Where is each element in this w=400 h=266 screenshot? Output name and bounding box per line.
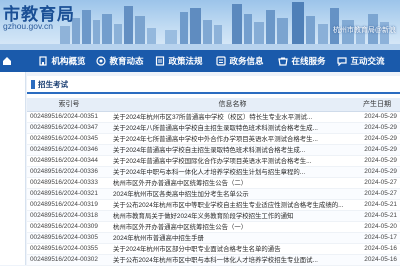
table-row[interactable]: 002489516/2024-00355 关于2024年杭州市区部分中职专业面试合… [27, 243, 400, 255]
column-header-index: 索引号 [27, 98, 111, 112]
building-icon [39, 56, 48, 66]
row-title-link[interactable]: 2024年杭州市普通高中招生手册 [111, 232, 354, 244]
row-index: 002489516/2024-00336 [27, 166, 111, 178]
row-title-link[interactable]: 杭州市区外开办普通高中区统筹招生公告（二） [111, 177, 354, 189]
row-index: 002489516/2024-00333 [27, 177, 111, 189]
row-index: 002489516/2024-00321 [27, 188, 111, 200]
row-date: 2024-05-29 [354, 144, 400, 156]
site-domain: gzhou.gov.cn [3, 21, 53, 31]
row-title-link[interactable]: 杭州市教育局关于做好2024年义务教育阶段学校招生工作的通知 [111, 210, 354, 222]
row-date: 2024-05-29 [354, 133, 400, 145]
nav-item-news[interactable]: 教育动态 [90, 50, 150, 72]
row-date: 2024-05-29 [354, 111, 400, 123]
chat-icon [337, 57, 348, 66]
nav-label-interact: 互动交流 [350, 56, 385, 66]
row-index: 002489516/2024-00345 [27, 133, 111, 145]
section-marker [31, 79, 35, 89]
table-row[interactable]: 002489516/2024-00319 关于公布2024年杭州市区中等职业学校自… [27, 199, 400, 211]
row-title-link[interactable]: 关于2024年八所普通高中学校自主招生录取特色班术科测试合格考生成... [111, 122, 354, 134]
section-title: 招生考试 [38, 79, 68, 89]
nav-item-interact[interactable]: 互动交流 [332, 50, 390, 72]
nav-item-org[interactable]: 机构概览 [34, 50, 90, 72]
nav-item-policy[interactable]: 政策法规 [150, 50, 208, 72]
nav-label-org: 机构概览 [51, 56, 86, 66]
nav-label-news: 教育动态 [109, 56, 144, 66]
table-row[interactable]: 002489516/2024-00351 关于2024年杭州市区37所普通高中学校… [27, 111, 400, 123]
row-date: 2024-05-17 [354, 232, 400, 244]
row-title-link[interactable]: 杭州市区外开办普通高中区统筹招生公告（一） [111, 221, 354, 233]
row-title-link[interactable]: 关于2024年中职与本科一体化人才培养学校招生计划与招生章程的... [111, 166, 354, 178]
nav-item-info[interactable]: 政务信息 [208, 50, 272, 72]
row-index: 002489516/2024-00347 [27, 122, 111, 134]
section-header: 招生考试 [27, 76, 400, 94]
row-index: 002489516/2024-00351 [27, 111, 111, 123]
row-date: 2024-05-20 [354, 221, 400, 233]
nav-label-policy: 政策法规 [168, 56, 203, 66]
row-title-link[interactable]: 关于公布2024年杭州市区中等职业学校自主招生专业适应性测试合格考生成绩的... [111, 199, 354, 211]
nav-item-home[interactable] [0, 50, 34, 72]
row-date: 2024-05-27 [354, 177, 400, 189]
row-date: 2024-05-16 [354, 243, 400, 255]
row-date: 2024-05-29 [354, 122, 400, 134]
row-index: 002489516/2024-00305 [27, 232, 111, 244]
main-nav: 机构概览 教育动态 政策法规 政务信息 在线服务 互动交流 [0, 50, 400, 72]
column-header-date: 产生日期 [354, 98, 400, 112]
row-index: 002489516/2024-00319 [27, 199, 111, 211]
notice-table: 索引号 信息名称 产生日期 002489516/2024-00351 关于2024… [27, 98, 400, 266]
site-subtitle[interactable]: 杭州市教育局@新浪 [333, 25, 396, 35]
info-icon [216, 56, 227, 66]
row-date: 2024-05-21 [354, 210, 400, 222]
row-index: 002489516/2024-00318 [27, 210, 111, 222]
nav-label-service: 在线服务 [291, 56, 326, 66]
nav-item-service[interactable]: 在线服务 [272, 50, 332, 72]
row-title-link[interactable]: 关于2024年杭州市区37所普通高中学校（校区）特长生专业水平测试... [111, 111, 354, 123]
row-index: 002489516/2024-00309 [27, 221, 111, 233]
table-row[interactable]: 002489516/2024-00305 2024年杭州市普通高中招生手册 2024… [27, 232, 400, 244]
table-row[interactable]: 002489516/2024-00318 杭州市教育局关于做好2024年义务教育阶… [27, 210, 400, 222]
content-panel: 招生考试 索引号 信息名称 产生日期 002489516/2024-00351 关… [27, 76, 400, 266]
table-row[interactable]: 002489516/2024-00344 关于2024年普通高中学校国际化合作办学… [27, 155, 400, 167]
table-row[interactable]: 002489516/2024-00345 关于2024年七所普通高中学校中外合作办… [27, 133, 400, 145]
table-row[interactable]: 002489516/2024-00347 关于2024年八所普通高中学校自主招生录… [27, 122, 400, 134]
row-index: 002489516/2024-00355 [27, 243, 111, 255]
row-title-link[interactable]: 关于2024年普通高中学校自主招生录取特色班术科测试合格考生成... [111, 144, 354, 156]
row-index: 002489516/2024-00302 [27, 254, 111, 266]
policy-icon [156, 56, 165, 66]
table-row[interactable]: 002489516/2024-00321 2024年杭州市区各类高中招生加分考生名… [27, 188, 400, 200]
row-title-link[interactable]: 2024年杭州市区各类高中招生加分考生名单公示 [111, 188, 354, 200]
table-row[interactable]: 002489516/2024-00336 关于2024年中职与本科一体化人才培养学… [27, 166, 400, 178]
table-row[interactable]: 002489516/2024-00309 杭州市区外开办普通高中区统筹招生公告（一… [27, 221, 400, 233]
row-date: 2024-05-16 [354, 254, 400, 266]
nav-label-info: 政务信息 [229, 56, 264, 66]
table-row[interactable]: 002489516/2024-00346 关于2024年普通高中学校自主招生录取特… [27, 144, 400, 156]
row-title-link[interactable]: 关于2024年普通高中学校国际化合作办学项目英语水平测试合格考生... [111, 155, 354, 167]
row-date: 2024-05-29 [354, 166, 400, 178]
news-icon [96, 56, 107, 66]
row-date: 2024-05-29 [354, 155, 400, 167]
row-date: 2024-05-21 [354, 199, 400, 211]
table-row[interactable]: 002489516/2024-00302 关于公布2024年杭州市区中职与本科一体… [27, 254, 400, 266]
row-index: 002489516/2024-00344 [27, 155, 111, 167]
row-index: 002489516/2024-00346 [27, 144, 111, 156]
left-sidebar [0, 72, 26, 265]
site-header: 市教育局 gzhou.gov.cn 杭州市教育局@新浪 [0, 0, 400, 50]
table-row[interactable]: 002489516/2024-00333 杭州市区外开办普通高中区统筹招生公告（二… [27, 177, 400, 189]
row-title-link[interactable]: 关于公布2024年杭州市区中职与本科一体化人才培养学校招生专业面试... [111, 254, 354, 266]
table-header-row: 索引号 信息名称 产生日期 [27, 98, 400, 112]
column-header-name: 信息名称 [111, 98, 354, 112]
service-icon [278, 57, 289, 66]
row-date: 2024-05-27 [354, 188, 400, 200]
home-icon [3, 57, 11, 65]
row-title-link[interactable]: 关于2024年杭州市区部分中职专业面试合格考生名单的通告 [111, 243, 354, 255]
row-title-link[interactable]: 关于2024年七所普通高中学校中外合作办学项目英语水平测试合格考生... [111, 133, 354, 145]
